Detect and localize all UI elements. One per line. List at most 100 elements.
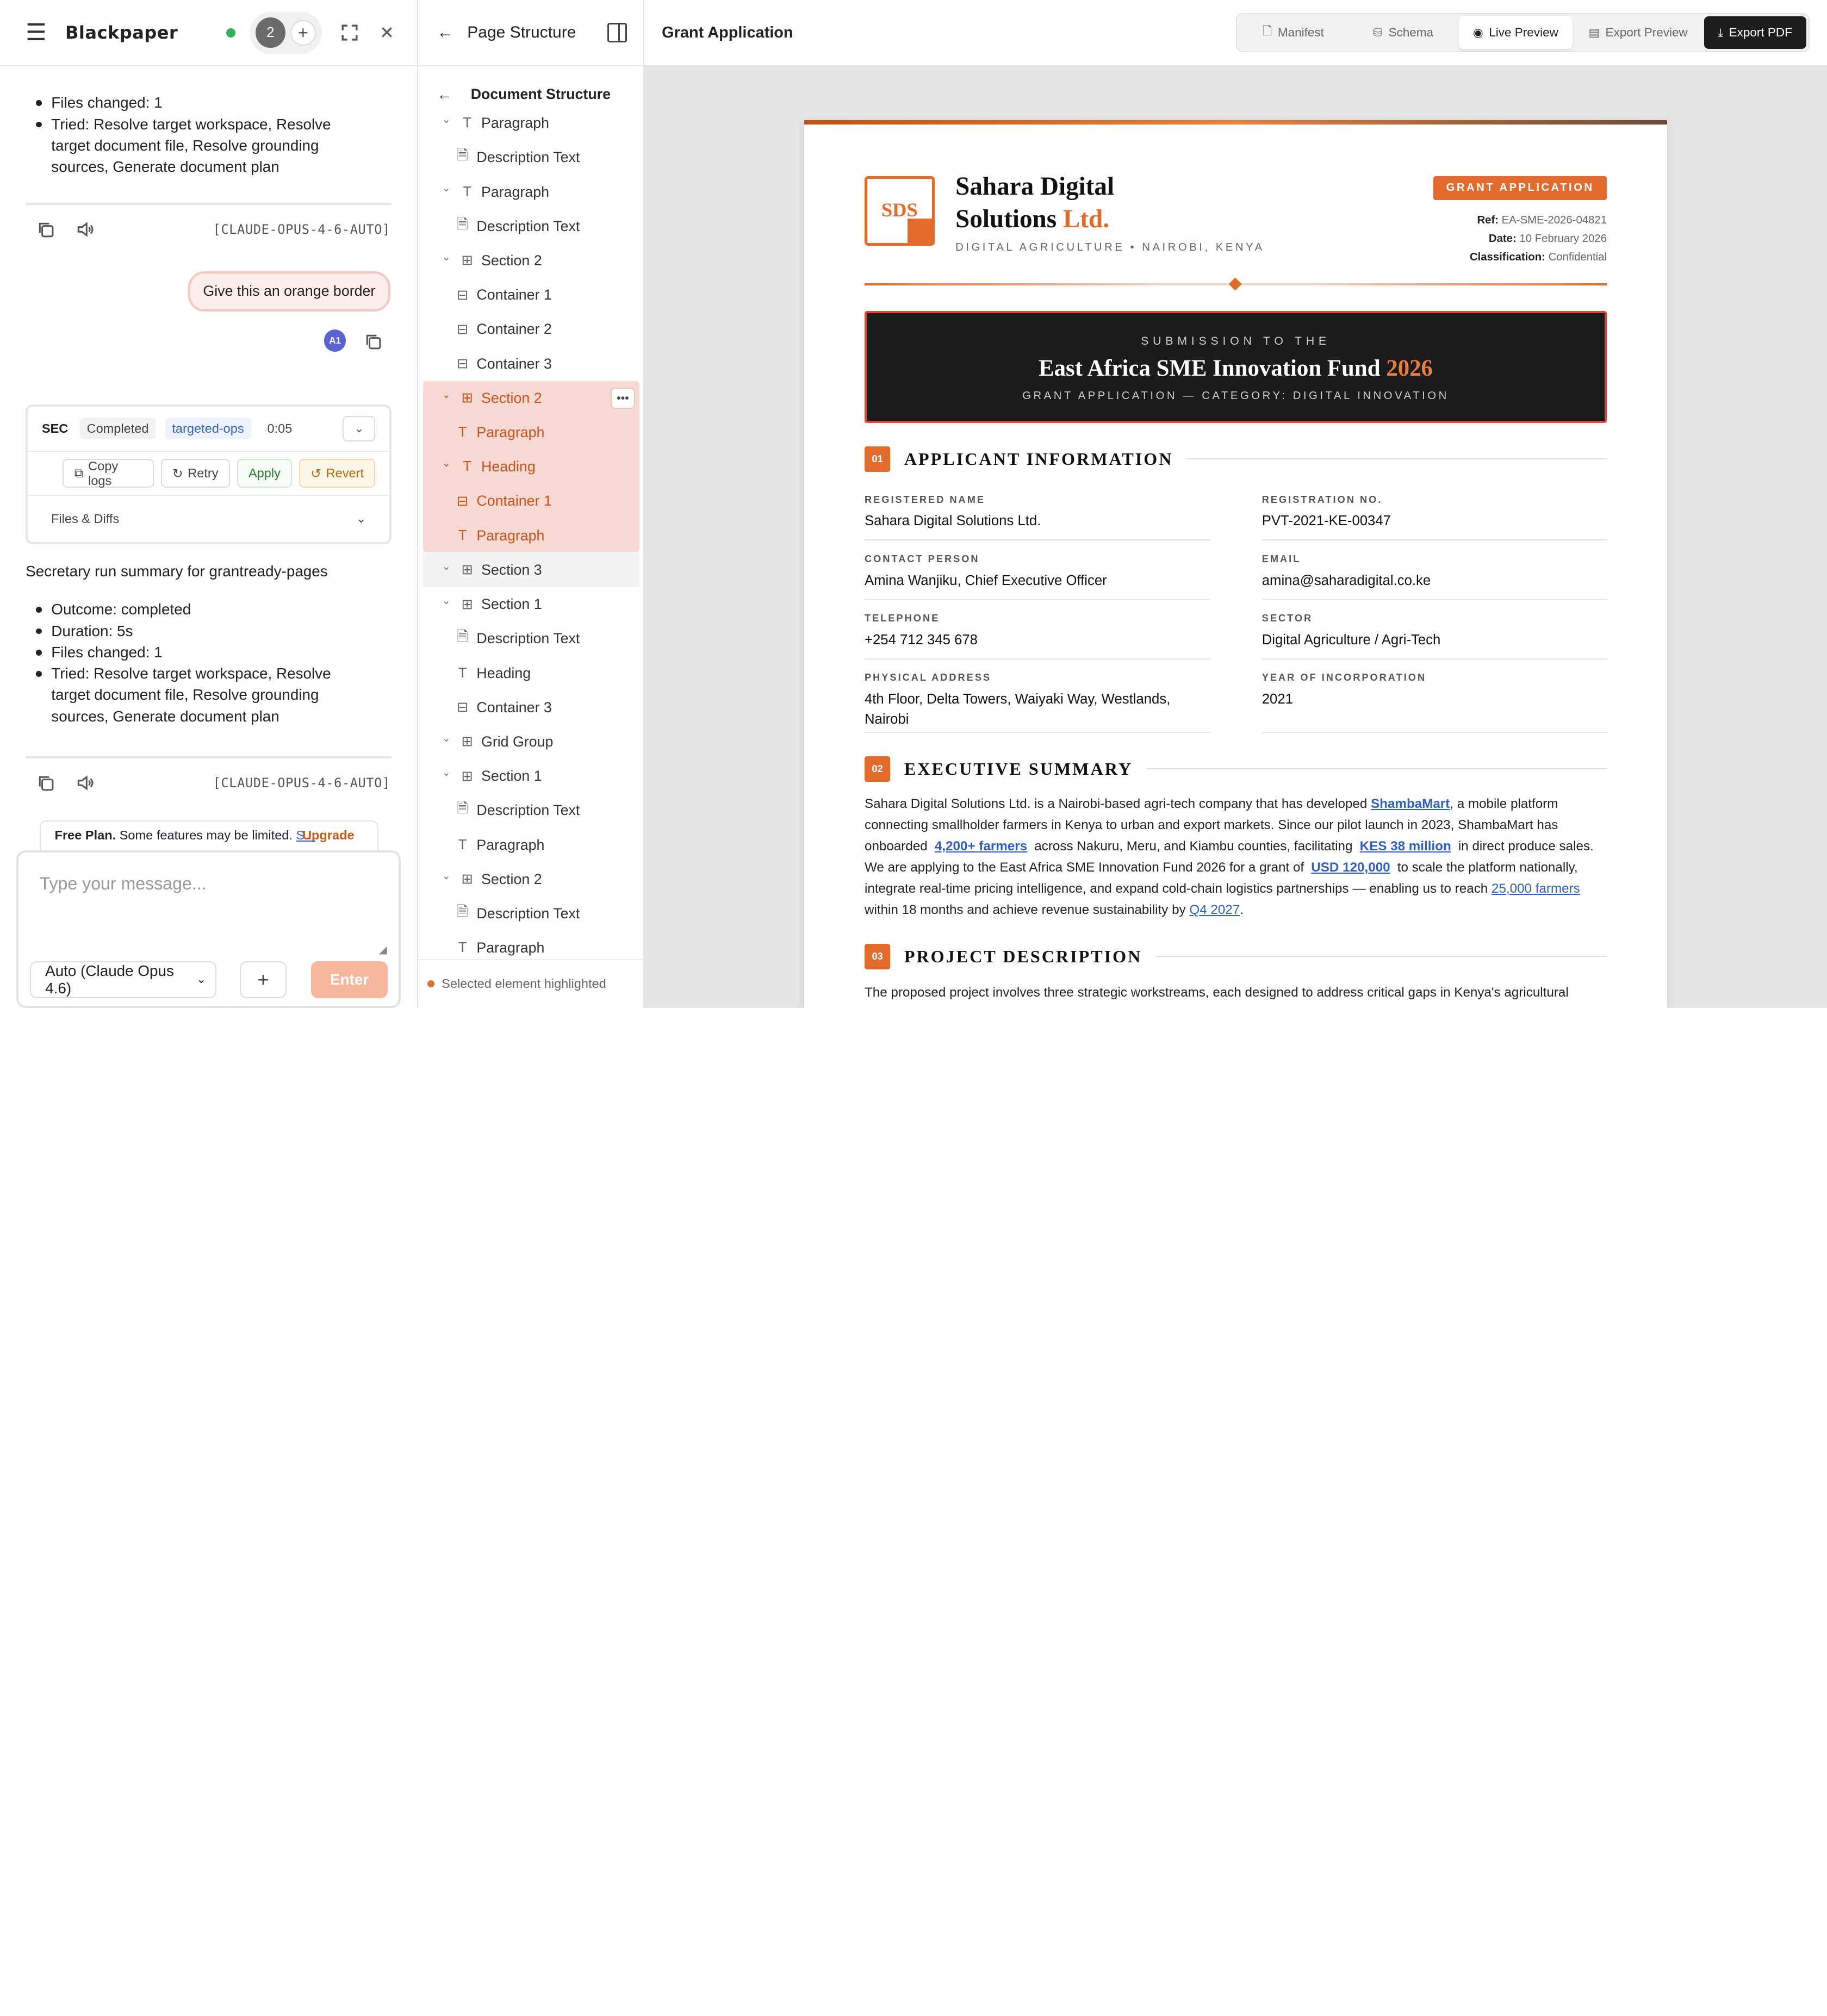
tree-row[interactable]: 🗎 Description Text	[423, 621, 640, 656]
sidebar-toggle-icon[interactable]	[607, 22, 627, 43]
highlight-link[interactable]: Q4 2027	[1189, 903, 1240, 917]
files-diffs-toggle[interactable]: Files & Diffs ⌄	[28, 495, 389, 542]
tree-row[interactable]: ⌄ ⊞ Grid Group	[423, 725, 640, 759]
copy-icon[interactable]	[359, 327, 387, 355]
user-message: Give this an orange border	[188, 271, 390, 312]
tree-row-label: Grid Group	[481, 733, 554, 750]
applicant-field: YEAR OF INCORPORATION 2021	[1262, 672, 1608, 733]
highlight-link[interactable]: 4,200+ farmers	[931, 839, 1030, 854]
tree-row[interactable]: T Paragraph	[423, 415, 640, 450]
chevron-down-icon[interactable]: ⌄	[439, 388, 453, 401]
retry-button[interactable]: ↻ Retry	[160, 458, 230, 488]
text-icon: T	[458, 425, 467, 440]
chevron-down-icon[interactable]: ⌄	[439, 594, 453, 607]
banner-year: 2026	[1386, 355, 1433, 381]
grid-icon: ⊞	[461, 253, 474, 269]
button-label: Revert	[326, 466, 364, 481]
structure-tree: ⌄ T Paragraph 🗎 Description Text ⌄ T Paragraph 🗎…	[418, 114, 644, 957]
tab-live-preview[interactable]: ◉ Live Preview	[1459, 16, 1573, 49]
tab-schema[interactable]: ⛁ Schema	[1350, 16, 1457, 49]
chevron-down-icon[interactable]: ⌄	[439, 457, 453, 470]
more-options-icon[interactable]: •••	[610, 388, 635, 409]
expand-button[interactable]: ⌄	[343, 415, 376, 441]
tree-row[interactable]: 🗎 Description Text	[423, 140, 640, 175]
button-label: Export PDF	[1729, 26, 1792, 40]
session-count-badge[interactable]: 2	[255, 17, 286, 48]
back-arrow-icon[interactable]: ←	[437, 23, 453, 42]
tree-row-label: Description Text	[476, 630, 580, 647]
copy-icon[interactable]	[35, 773, 56, 794]
enter-button[interactable]: Enter	[310, 961, 388, 999]
chevron-down-icon[interactable]: ⌄	[439, 732, 453, 745]
speaker-icon[interactable]	[74, 219, 96, 240]
grant-application-badge: GRANT APPLICATION	[1433, 176, 1607, 200]
tree-row[interactable]: ⌄ T Heading	[423, 450, 640, 484]
tree-row-label: Section 3	[481, 561, 542, 578]
highlight-link[interactable]: 25,000 farmers	[1492, 881, 1580, 896]
sec-actions: ⧉ Copy logs ↻ Retry Apply ↺ Revert	[28, 451, 389, 495]
text-icon: T	[458, 940, 467, 956]
export-pdf-button[interactable]: ⤓ Export PDF	[1704, 16, 1806, 49]
chevron-down-icon[interactable]: ⌄	[439, 766, 453, 779]
banner-title-text: East Africa SME Innovation Fund	[1039, 355, 1387, 381]
chevron-down-icon[interactable]: ⌄	[439, 251, 453, 264]
message-input[interactable]: Type your message...	[40, 874, 207, 894]
submission-banner[interactable]: SUBMISSION TO THE East Africa SME Innova…	[865, 311, 1607, 423]
model-select[interactable]: Auto (Claude Opus 4.6) ⌄	[30, 961, 217, 999]
chevron-down-icon[interactable]: ⌄	[439, 114, 453, 126]
preview-header: Grant Application 🗋 Manifest ⛁ Schema ◉ Liv…	[644, 0, 1827, 67]
tree-row[interactable]: ⊟ Container 1	[423, 278, 640, 312]
highlight-link[interactable]: KES 38 million	[1356, 839, 1455, 854]
tree-row[interactable]: ⊟ Container 1	[423, 484, 640, 518]
field-value: Digital Agriculture / Agri-Tech	[1262, 632, 1441, 648]
tree-row[interactable]: T Paragraph	[423, 931, 640, 957]
sec-run-card: SEC Completed targeted-ops 0:05 ⌄ ⧉ Copy …	[26, 404, 391, 544]
tree-row-label: Section 2	[481, 870, 542, 887]
tree-row[interactable]: T Heading	[423, 656, 640, 690]
new-session-button[interactable]: +	[290, 20, 316, 46]
tree-row[interactable]: ⌄ ⊞ Section 1	[423, 759, 640, 793]
tree-row[interactable]: ⌄ ⊞ Section 2	[423, 244, 640, 278]
app-brand: Blackpaper	[65, 22, 178, 43]
revert-button[interactable]: ↺ Revert	[299, 458, 376, 488]
tree-row[interactable]: ⌄ ⊞ Section 1	[423, 587, 640, 621]
add-attachment-button[interactable]: +	[240, 961, 287, 999]
back-arrow-icon[interactable]: ←	[437, 86, 452, 103]
chevron-down-icon: ⌄	[354, 421, 364, 435]
chevron-down-icon[interactable]: ⌄	[439, 869, 453, 882]
copy-icon[interactable]	[35, 219, 56, 240]
tree-row[interactable]: 🗎 Description Text	[423, 209, 640, 244]
copy-logs-button[interactable]: ⧉ Copy logs	[63, 459, 154, 488]
tree-row[interactable]: ⌄ ⊞ Section 3	[422, 552, 640, 587]
close-icon[interactable]: ✕	[373, 18, 401, 46]
tree-row[interactable]: T Paragraph	[423, 519, 640, 553]
tree-row[interactable]: ⌄ ⊞ Section 2	[423, 862, 640, 897]
apply-button[interactable]: Apply	[237, 458, 293, 488]
tree-row[interactable]: ⌄ ⊞ Section 2 •••	[423, 381, 640, 415]
tree-row[interactable]: ⊟ Container 3	[423, 690, 640, 725]
chevron-down-icon[interactable]: ⌄	[439, 560, 453, 573]
tree-row[interactable]: T Paragraph	[423, 828, 640, 862]
grid-icon: ⊞	[461, 562, 474, 578]
speaker-icon[interactable]	[74, 773, 96, 794]
tree-row[interactable]: 🗎 Description Text	[423, 897, 640, 931]
highlight-link[interactable]: USD 120,000	[1308, 860, 1394, 875]
tab-manifest[interactable]: 🗋 Manifest	[1239, 16, 1347, 49]
text-icon: T	[463, 459, 472, 475]
applicant-field: REGISTRATION NO. PVT-2021-KE-00347	[1262, 494, 1608, 541]
chevron-down-icon[interactable]: ⌄	[439, 182, 453, 195]
tree-row[interactable]: ⌄ T Paragraph	[423, 114, 640, 140]
tree-row[interactable]: ⊟ Container 3	[423, 347, 640, 381]
menu-icon[interactable]: ☰	[26, 19, 49, 46]
tree-row[interactable]: ⊟ Container 2	[423, 312, 640, 346]
tree-row-label: Description Text	[476, 217, 580, 234]
fullscreen-icon[interactable]	[335, 18, 363, 46]
resize-handle-icon[interactable]: ◢	[379, 943, 387, 956]
tree-row[interactable]: ⌄ T Paragraph	[423, 175, 640, 209]
summary-list-2: Outcome: completed Duration: 5s Files ch…	[0, 599, 373, 726]
diamond-ornament	[1228, 277, 1242, 291]
upgrade-link[interactable]: Upgrade	[302, 828, 355, 843]
highlight-link[interactable]: ShambaMart	[1371, 797, 1450, 811]
tab-export-preview[interactable]: ▤ Export Preview	[1575, 16, 1702, 49]
tree-row[interactable]: 🗎 Description Text	[423, 793, 640, 827]
